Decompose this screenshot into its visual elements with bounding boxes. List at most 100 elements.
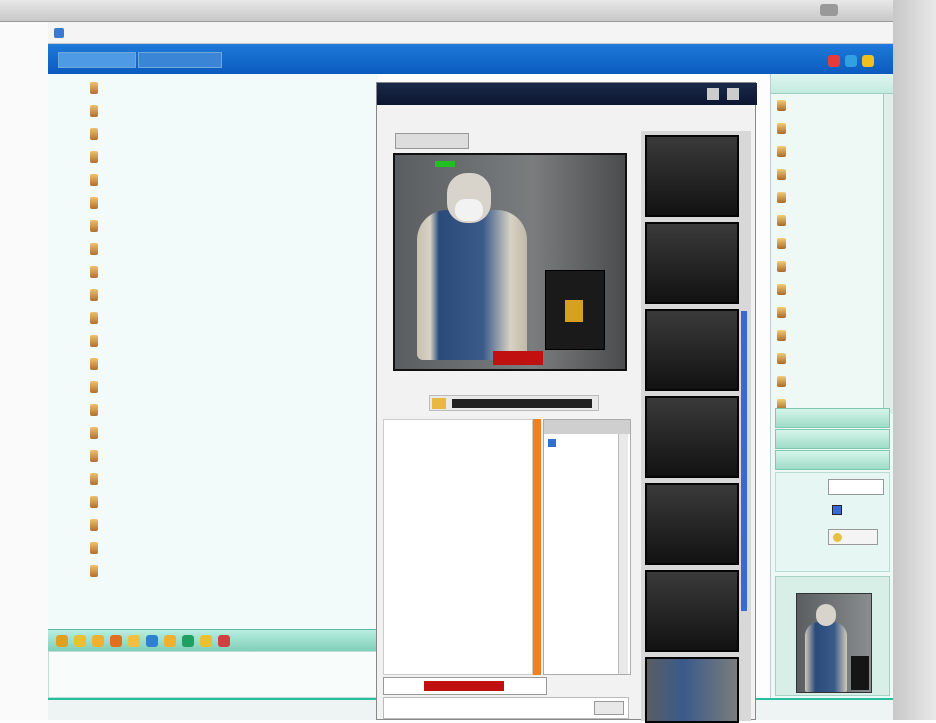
section-header-1-label[interactable]	[775, 408, 890, 428]
user-avatar-icon[interactable]	[90, 426, 98, 439]
user-avatar-icon[interactable]	[90, 518, 98, 531]
user-avatar-icon[interactable]	[90, 495, 98, 508]
section-header-2-label[interactable]	[775, 429, 890, 449]
chat-line	[48, 191, 378, 214]
user-avatar-icon[interactable]	[90, 311, 98, 324]
image-icon[interactable]	[146, 635, 158, 647]
cam-chat-message	[384, 485, 532, 498]
smiley-icon[interactable]	[128, 635, 140, 647]
cam-chat-input[interactable]	[383, 677, 547, 695]
cam-controls[interactable]	[429, 395, 599, 411]
format-bar[interactable]	[424, 681, 504, 691]
cam-thumbnail[interactable]	[645, 396, 739, 478]
cam-thumbnail[interactable]	[645, 135, 739, 217]
chat-line	[48, 421, 378, 444]
cam-thumbnail-live[interactable]	[645, 657, 739, 723]
user-avatar-icon[interactable]	[90, 81, 98, 94]
user-avatar-icon[interactable]	[90, 242, 98, 255]
settings-button[interactable]	[828, 529, 878, 545]
cam-chat-scrollbar[interactable]	[533, 419, 541, 675]
cam-chat-message	[384, 511, 532, 524]
control-bar-icon[interactable]	[452, 399, 592, 408]
user-avatar-icon[interactable]	[90, 127, 98, 140]
heart-icon[interactable]	[218, 635, 230, 647]
user-list-item[interactable]	[771, 94, 883, 117]
user-list-item[interactable]	[771, 186, 883, 209]
tab-2[interactable]	[138, 52, 222, 68]
bell-icon[interactable]	[74, 635, 86, 647]
user-list-item[interactable]	[771, 301, 883, 324]
send-button[interactable]	[594, 701, 624, 715]
section-header-2[interactable]	[775, 429, 890, 449]
user-avatar-icon[interactable]	[90, 334, 98, 347]
user-list-item[interactable]	[771, 163, 883, 186]
user-avatar-icon[interactable]	[90, 403, 98, 416]
chat-input-area[interactable]	[48, 651, 378, 698]
user-list-item[interactable]	[771, 347, 883, 370]
chat-line	[48, 536, 378, 559]
tab-1[interactable]	[58, 52, 136, 68]
cam-thumbnail[interactable]	[645, 309, 739, 391]
user-list-item[interactable]	[771, 370, 883, 393]
folder-icon[interactable]	[432, 398, 446, 409]
user-list-item[interactable]	[771, 278, 883, 301]
field1-input[interactable]	[828, 479, 884, 495]
video-overlay-red	[493, 351, 543, 365]
user-list-item[interactable]	[771, 232, 883, 255]
user-avatar-icon[interactable]	[90, 380, 98, 393]
close-button[interactable]	[727, 88, 739, 100]
window-controls[interactable]	[820, 4, 838, 16]
self-preview-video[interactable]	[796, 593, 872, 693]
smiley-icon[interactable]	[164, 635, 176, 647]
cam-chat-text-area[interactable]	[383, 697, 629, 719]
section-header-3-label[interactable]	[775, 450, 890, 470]
field2-checkbox[interactable]	[832, 505, 842, 515]
user-list-item[interactable]	[771, 255, 883, 278]
user-list-item[interactable]	[771, 209, 883, 232]
user-avatar-icon[interactable]	[90, 219, 98, 232]
user-avatar-icon[interactable]	[90, 357, 98, 370]
cam-chat-message	[384, 433, 532, 446]
cam-tiles-scrollbar[interactable]	[741, 311, 747, 611]
star-icon[interactable]	[110, 635, 122, 647]
section-header-3[interactable]	[775, 450, 890, 470]
user-avatar-icon[interactable]	[90, 541, 98, 554]
user-avatar-icon[interactable]	[90, 104, 98, 117]
user-list-item[interactable]	[771, 140, 883, 163]
camera-icon	[548, 439, 556, 447]
status-icons	[828, 52, 888, 67]
smiley-icon[interactable]	[56, 635, 68, 647]
cam-chat-message	[384, 537, 532, 550]
user-list-panel	[770, 74, 894, 698]
user-avatar-icon[interactable]	[90, 150, 98, 163]
user-list-item[interactable]	[771, 117, 883, 140]
cam-chat-message	[384, 615, 532, 628]
chat-line	[48, 559, 378, 582]
left-edge	[0, 22, 48, 720]
user-avatar-icon[interactable]	[90, 196, 98, 209]
video-label	[395, 133, 469, 149]
section-header-1[interactable]	[775, 408, 890, 428]
preview-panel	[775, 576, 890, 696]
minimize-button[interactable]	[707, 88, 719, 100]
smiley-icon[interactable]	[200, 635, 212, 647]
user-list-item[interactable]	[771, 324, 883, 347]
user-list-scrollbar[interactable]	[883, 94, 893, 414]
user-avatar-icon[interactable]	[90, 472, 98, 485]
user-avatar-icon[interactable]	[90, 173, 98, 186]
smiley-icon[interactable]	[92, 635, 104, 647]
cam-thumbnail[interactable]	[645, 222, 739, 304]
user-icon	[777, 376, 786, 387]
settings-button-icon	[833, 533, 842, 542]
cam-thumbnail[interactable]	[645, 483, 739, 565]
user-avatar-icon[interactable]	[90, 449, 98, 462]
viewer-list-scrollbar[interactable]	[618, 434, 628, 674]
video-feed[interactable]	[393, 153, 627, 371]
cam-thumbnail[interactable]	[645, 570, 739, 652]
address-bar[interactable]	[48, 22, 893, 44]
user-avatar-icon[interactable]	[90, 288, 98, 301]
user-avatar-icon[interactable]	[90, 564, 98, 577]
viewer-row[interactable]	[548, 438, 608, 448]
music-icon[interactable]	[182, 635, 194, 647]
user-avatar-icon[interactable]	[90, 265, 98, 278]
